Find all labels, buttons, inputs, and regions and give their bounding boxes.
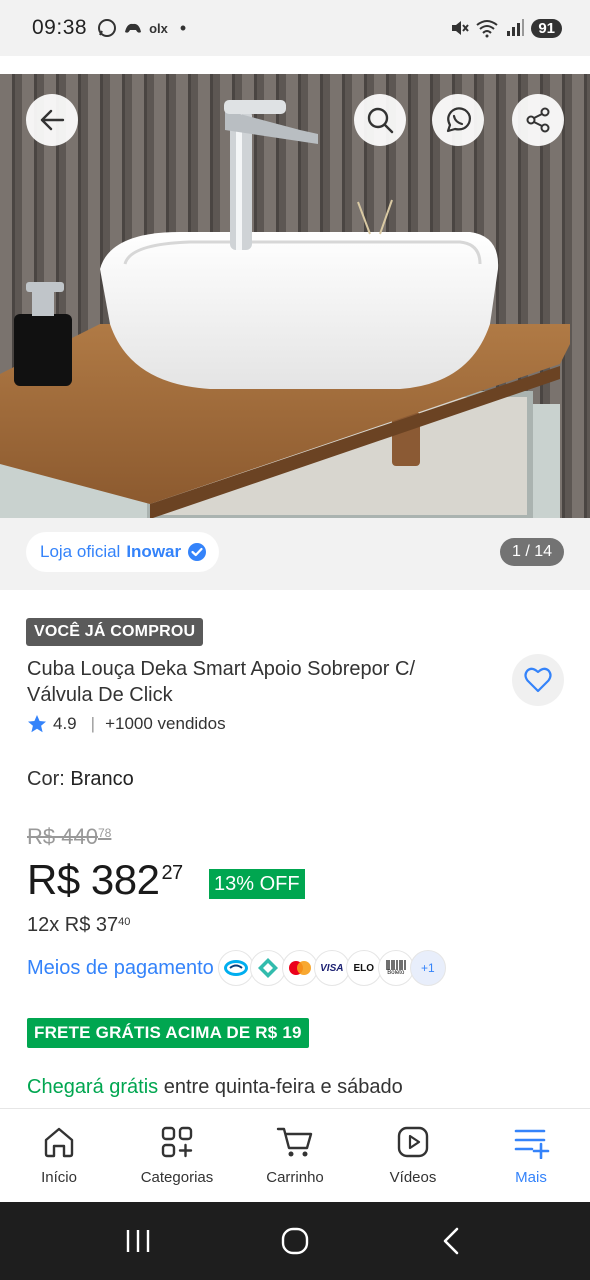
mercadopago-icon — [217, 950, 254, 986]
whatsapp-icon — [98, 19, 117, 37]
free-shipping-badge: FRETE GRÁTIS ACIMA DE R$ 19 — [27, 1018, 309, 1048]
bottom-nav: Início Categorias Carrinho Vídeos Mais — [0, 1108, 590, 1202]
visa-text: VISA — [320, 962, 344, 974]
cart-icon — [276, 1127, 313, 1157]
mute-icon — [452, 21, 470, 35]
installments-cents: 40 — [118, 916, 131, 928]
arrival-info[interactable]: Chegará grátis entre quinta-feira e sába… — [27, 1076, 403, 1099]
elo-icon: ELO — [345, 950, 382, 986]
menu-more-icon — [514, 1129, 550, 1159]
store-name: Inowar — [126, 542, 182, 561]
visa-icon: VISA — [313, 950, 350, 986]
whatsapp-share-button[interactable] — [432, 94, 484, 146]
pix-icon — [249, 950, 286, 986]
boleto-icon: Boleto — [377, 950, 414, 986]
boleto-text: Boleto — [387, 970, 405, 976]
nav-mais[interactable]: Mais — [472, 1109, 590, 1202]
back-button[interactable] — [26, 94, 78, 146]
status-time: 09:38 — [32, 16, 88, 39]
nav-carrinho[interactable]: Carrinho — [236, 1109, 354, 1202]
olx-icon: olx — [149, 20, 168, 36]
home-button-icon[interactable] — [280, 1226, 310, 1256]
more-payment-methods[interactable]: +1 — [409, 950, 446, 986]
nav-categorias-label: Categorias — [140, 1169, 214, 1186]
installments: 12x R$ 3740 — [27, 914, 130, 937]
share-icon — [526, 107, 550, 133]
notification-icons: olx • — [97, 18, 186, 39]
price-cents: 27 — [161, 862, 183, 884]
color-label: Cor: — [27, 768, 65, 790]
favorite-button[interactable] — [512, 654, 564, 706]
price-main: R$ 382 — [27, 856, 160, 903]
nav-mais-label: Mais — [515, 1169, 547, 1186]
nav-categorias[interactable]: Categorias — [118, 1109, 236, 1202]
store-bar: Loja oficial Inowar 1 / 14 — [0, 518, 590, 590]
product-title: Cuba Louça Deka Smart Apoio Sobrepor C/ … — [27, 658, 415, 706]
rating-value: 4.9 — [53, 714, 77, 733]
product-photo — [0, 74, 590, 518]
arrival-rest: entre quinta-feira e sábado — [158, 1076, 403, 1098]
search-icon — [367, 107, 394, 134]
old-price-main: R$ 440 — [27, 824, 98, 849]
recent-apps-icon[interactable] — [123, 1226, 153, 1256]
categories-icon — [161, 1126, 193, 1158]
game-icon — [125, 23, 142, 33]
system-nav-bar — [0, 1202, 590, 1280]
color-selector[interactable]: Cor: Branco — [27, 768, 134, 791]
heart-icon — [524, 667, 552, 693]
video-icon — [397, 1126, 429, 1158]
elo-text: ELO — [353, 962, 375, 974]
nav-videos[interactable]: Vídeos — [354, 1109, 472, 1202]
old-price-cents: 78 — [97, 826, 112, 840]
arrival-highlight: Chegará grátis — [27, 1076, 159, 1098]
product-image[interactable] — [0, 74, 590, 518]
color-value: Branco — [70, 768, 134, 790]
verified-icon — [188, 543, 207, 561]
status-bar: 09:38 olx • 91 — [0, 0, 590, 56]
store-prefix: Loja oficial — [40, 542, 121, 561]
battery-indicator: 91 — [531, 18, 562, 38]
already-bought-badge: VOCÊ JÁ COMPROU — [26, 618, 204, 646]
dot-icon: • — [179, 17, 187, 38]
search-button[interactable] — [354, 94, 406, 146]
system-back-icon[interactable] — [437, 1226, 467, 1256]
image-counter: 1 / 14 — [499, 538, 564, 566]
share-button[interactable] — [512, 94, 564, 146]
official-store-link[interactable]: Loja oficial Inowar — [26, 532, 220, 572]
wifi-icon — [476, 20, 498, 38]
star-icon — [28, 715, 46, 733]
rating-row[interactable]: 4.9 | +1000 vendidos — [27, 714, 226, 734]
home-icon — [44, 1127, 74, 1158]
payment-icons: VISA ELO Boleto +1 — [217, 950, 446, 986]
payment-methods-link[interactable]: Meios de pagamento — [27, 957, 214, 980]
discount-badge: 13% OFF — [209, 869, 305, 899]
sold-count: +1000 vendidos — [105, 714, 226, 733]
back-icon — [40, 109, 65, 131]
system-status: 91 — [449, 18, 562, 38]
nav-carrinho-label: Carrinho — [266, 1169, 324, 1186]
rating-separator: | — [90, 714, 96, 733]
signal-icon — [507, 19, 525, 36]
old-price: R$ 44078 — [27, 824, 111, 850]
nav-videos-label: Vídeos — [389, 1169, 437, 1186]
installments-main: 12x R$ 37 — [27, 914, 119, 936]
mastercard-icon — [281, 950, 318, 986]
current-price: R$ 382 27 — [27, 856, 183, 904]
whatsapp-icon — [446, 107, 471, 133]
nav-inicio-label: Início — [41, 1169, 77, 1186]
payment-methods-row[interactable]: Meios de pagamento VISA ELO Boleto +1 — [27, 950, 446, 986]
nav-inicio[interactable]: Início — [0, 1109, 118, 1202]
